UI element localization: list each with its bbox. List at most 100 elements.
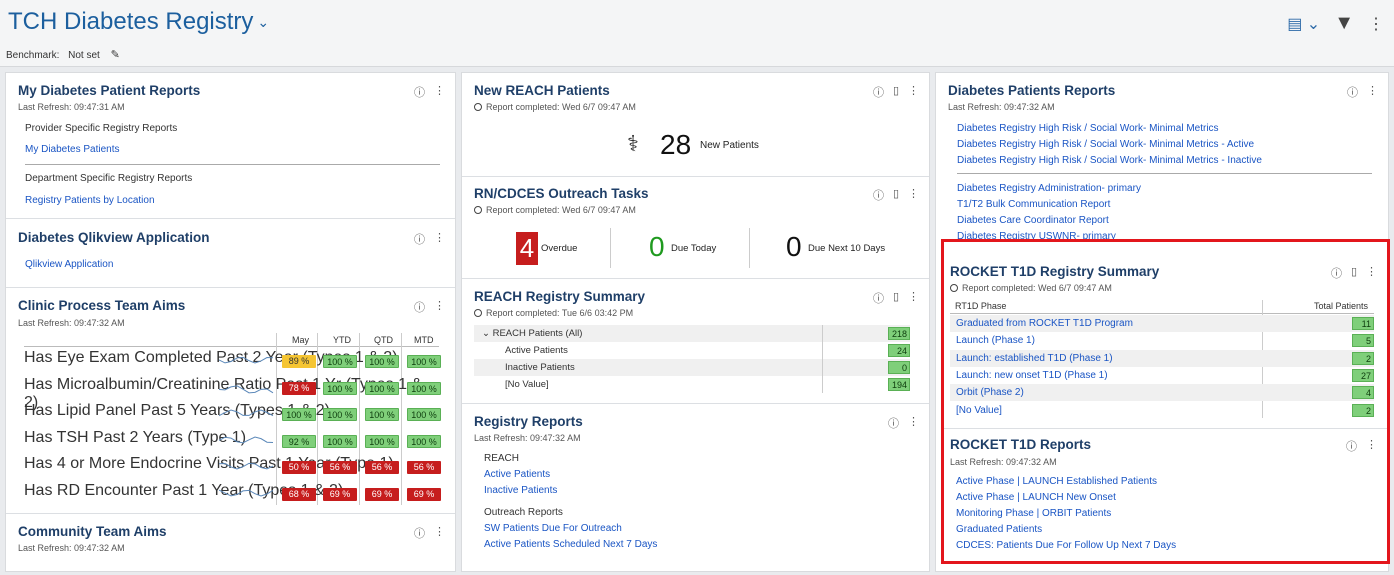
metric-badge[interactable]: 56 % <box>365 461 399 474</box>
more-icon[interactable]: ⋮ <box>1368 14 1384 34</box>
metric-badge[interactable]: 100 % <box>323 434 357 448</box>
overdue-count[interactable]: 4 <box>516 232 538 265</box>
clock-icon <box>474 103 482 111</box>
report-link[interactable]: Diabetes Registry High Risk / Social Wor… <box>957 155 1262 166</box>
metric-badge[interactable]: 92 % <box>282 434 316 448</box>
my-reports-refresh: Last Refresh: 09:47:31 AM <box>18 102 125 112</box>
aims-row[interactable]: Has Eye Exam Completed Past 2 Year (Type… <box>24 349 441 375</box>
report-icon[interactable]: ▯ <box>893 84 899 100</box>
metric-badge[interactable]: 69 % <box>365 487 399 501</box>
metric-badge[interactable]: 100 % <box>282 408 316 421</box>
panel-divider <box>6 287 455 288</box>
more-icon[interactable]: ⋮ <box>434 84 445 100</box>
info-icon[interactable]: ⓘ <box>873 187 884 203</box>
more-icon[interactable]: ⋮ <box>908 84 919 100</box>
summary-row[interactable]: Active Patients 24 <box>474 342 910 359</box>
more-icon[interactable]: ⋮ <box>908 290 919 306</box>
metric-badge[interactable]: 89 % <box>282 355 316 368</box>
info-icon[interactable]: ⓘ <box>414 84 425 100</box>
aims-row[interactable]: Has Microalbumin/Creatinine Ratio Past 1… <box>24 376 441 411</box>
report-link[interactable]: T1/T2 Bulk Communication Report <box>957 199 1110 210</box>
benchmark-value: Not set <box>68 50 100 61</box>
summary-row-label: Inactive Patients <box>505 362 575 373</box>
report-link[interactable]: Diabetes Care Coordinator Report <box>957 215 1109 226</box>
metric-badge[interactable]: 69 % <box>407 487 441 501</box>
aims-row[interactable]: Has TSH Past 2 Years (Type 1) 92 % 100 % 10… <box>24 429 441 455</box>
metric-badge[interactable]: 69 % <box>323 487 357 501</box>
metric-badge[interactable]: 100 % <box>365 408 399 421</box>
new-reach-title: New REACH Patients <box>474 83 610 98</box>
panel-divider <box>462 176 929 177</box>
more-icon[interactable]: ⋮ <box>1367 84 1378 100</box>
benchmark-label: Benchmark: <box>6 50 60 61</box>
more-icon[interactable]: ⋮ <box>434 299 445 315</box>
layout-toggle-icon[interactable]: ▤ ⌄ <box>1287 14 1320 34</box>
pencil-icon[interactable]: ✎ <box>111 49 120 61</box>
metric-badge[interactable]: 56 % <box>407 461 441 474</box>
info-icon[interactable]: ⓘ <box>873 84 884 100</box>
info-icon[interactable]: ⓘ <box>414 299 425 315</box>
due-today-count[interactable]: 0 <box>649 231 665 263</box>
scheduled-next7-link[interactable]: Active Patients Scheduled Next 7 Days <box>484 539 657 550</box>
report-link[interactable]: Diabetes Registry Administration- primar… <box>957 183 1141 194</box>
sparkline <box>219 356 274 364</box>
report-icon[interactable]: ▯ <box>893 187 899 203</box>
filter-icon[interactable]: ▼ <box>1334 12 1354 35</box>
report-icon[interactable]: ▯ <box>893 290 899 306</box>
aims-refresh: Last Refresh: 09:47:32 AM <box>18 318 125 328</box>
sw-outreach-link[interactable]: SW Patients Due For Outreach <box>484 523 622 534</box>
completed-text: Report completed: Wed 6/7 09:47 AM <box>486 102 636 112</box>
left-column: My Diabetes Patient Reports Last Refresh… <box>5 72 456 572</box>
metric-badge[interactable]: 100 % <box>323 408 357 421</box>
qlikview-link[interactable]: Qlikview Application <box>25 259 113 270</box>
registry-by-location-link[interactable]: Registry Patients by Location <box>25 195 155 206</box>
more-icon[interactable]: ⋮ <box>434 231 445 247</box>
clock-icon <box>474 206 482 214</box>
metric-badge[interactable]: 100 % <box>323 381 357 395</box>
more-icon[interactable]: ⋮ <box>908 187 919 203</box>
metric-badge[interactable]: 78 % <box>282 381 316 395</box>
summary-row[interactable]: Inactive Patients 0 <box>474 359 910 376</box>
info-icon[interactable]: ⓘ <box>888 415 899 431</box>
metric-badge[interactable]: 100 % <box>365 355 399 368</box>
my-diabetes-patients-link[interactable]: My Diabetes Patients <box>25 144 120 155</box>
table-header-divider <box>24 346 439 347</box>
aims-row[interactable]: Has RD Encounter Past 1 Year (Types 1 & … <box>24 482 441 508</box>
summary-row[interactable]: ⌄ REACH Patients (All) 218 <box>474 325 910 342</box>
metric-badge[interactable]: 100 % <box>407 434 441 448</box>
app-title-dropdown[interactable]: TCH Diabetes Registry ⌄ <box>8 8 269 36</box>
sparkline <box>219 436 274 443</box>
more-icon[interactable]: ⋮ <box>434 525 445 541</box>
aims-row[interactable]: Has 4 or More Endocrine Visits Past 1 Ye… <box>24 455 441 481</box>
info-icon[interactable]: ⓘ <box>873 290 884 306</box>
next10-count[interactable]: 0 <box>786 231 802 263</box>
metric-badge[interactable]: 100 % <box>407 408 441 421</box>
summary-row-label: ⌄ REACH Patients (All) <box>482 328 583 339</box>
provider-section-label: Provider Specific Registry Reports <box>25 123 178 134</box>
col-divider <box>610 228 611 268</box>
inactive-patients-link[interactable]: Inactive Patients <box>484 485 557 496</box>
info-icon[interactable]: ⓘ <box>414 231 425 247</box>
my-reports-title: My Diabetes Patient Reports <box>18 83 201 98</box>
more-icon[interactable]: ⋮ <box>908 415 919 431</box>
completed-text: Report completed: Wed 6/7 09:47 AM <box>486 205 636 215</box>
dp-reports-refresh: Last Refresh: 09:47:32 AM <box>948 102 1055 112</box>
metric-badge[interactable]: 100 % <box>365 381 399 395</box>
metric-badge[interactable]: 50 % <box>282 461 316 474</box>
chevron-down-icon[interactable]: ⌄ <box>482 328 490 339</box>
metric-badge[interactable]: 100 % <box>365 434 399 448</box>
metric-badge[interactable]: 100 % <box>407 355 441 368</box>
info-icon[interactable]: ⓘ <box>414 525 425 541</box>
metric-badge[interactable]: 68 % <box>282 487 316 501</box>
metric-badge[interactable]: 100 % <box>407 381 441 395</box>
report-link[interactable]: Diabetes Registry High Risk / Social Wor… <box>957 123 1219 134</box>
metric-badge[interactable]: 56 % <box>323 461 357 474</box>
aims-row[interactable]: Has Lipid Panel Past 5 Years (Types 1 & … <box>24 402 441 428</box>
metric-badge[interactable]: 100 % <box>323 355 357 368</box>
report-link[interactable]: Diabetes Registry High Risk / Social Wor… <box>957 139 1254 150</box>
summary-row[interactable]: [No Value] 194 <box>474 376 910 393</box>
summary-row-label: [No Value] <box>505 379 549 390</box>
info-icon[interactable]: ⓘ <box>1347 84 1358 100</box>
completed-text: Report completed: Tue 6/6 03:42 PM <box>486 308 634 318</box>
active-patients-link[interactable]: Active Patients <box>484 469 550 480</box>
